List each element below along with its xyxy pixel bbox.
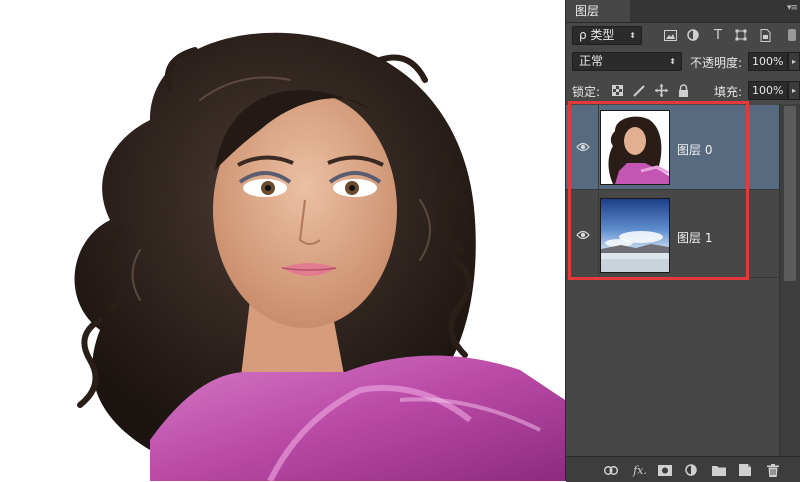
layers-panel: 图层 ▾≡ ρ 类型 ⬍ T 正常 ⬍ 不透明度: 100% ▸ 锁定: 填充:… <box>565 0 800 482</box>
dropdown-arrow-icon: ⬍ <box>629 31 636 40</box>
document-canvas[interactable] <box>0 0 565 481</box>
panel-menu-icon[interactable]: ▾≡ <box>787 3 798 13</box>
blend-mode-row: 正常 ⬍ 不透明度: 100% ▸ <box>566 51 800 73</box>
layer-thumbnail-landscape <box>600 198 670 273</box>
opacity-input[interactable]: 100% <box>748 52 788 71</box>
eye-icon <box>576 230 590 240</box>
lock-image-pixels-icon[interactable] <box>632 83 646 97</box>
adjustment-filter-icon[interactable] <box>686 28 700 42</box>
new-layer-icon[interactable] <box>738 463 752 477</box>
layer-row-0[interactable]: 图层 0 <box>566 105 779 190</box>
fill-slider-arrow-icon[interactable]: ▸ <box>788 81 800 100</box>
filter-type-dropdown[interactable]: ρ 类型 ⬍ <box>572 26 642 45</box>
shape-filter-icon[interactable] <box>734 28 748 42</box>
fill-label: 填充: <box>714 85 743 99</box>
lock-all-icon[interactable] <box>676 83 690 97</box>
lock-position-icon[interactable] <box>654 83 668 97</box>
visibility-toggle[interactable] <box>566 193 599 278</box>
image-filter-icon[interactable] <box>663 28 677 42</box>
lock-transparent-pixels-icon[interactable] <box>610 83 624 97</box>
layer-name[interactable]: 图层 1 <box>677 229 712 246</box>
adjustment-icon[interactable] <box>684 463 698 477</box>
trash-icon[interactable] <box>766 463 780 477</box>
text-filter-icon[interactable]: T <box>711 28 725 43</box>
opacity-slider-arrow-icon[interactable]: ▸ <box>788 52 800 71</box>
dropdown-arrow-icon: ⬍ <box>669 57 676 66</box>
layer-list-scrollbar[interactable] <box>779 104 800 456</box>
panel-tab-bar: 图层 ▾≡ <box>566 0 800 23</box>
layer-row-1[interactable]: 图层 1 <box>566 193 779 278</box>
scrollbar-thumb[interactable] <box>784 106 796 281</box>
lock-row: 锁定: 填充: 100% ▸ <box>566 81 800 100</box>
blend-mode-dropdown[interactable]: 正常 ⬍ <box>572 52 682 71</box>
layer-thumbnail-portrait <box>600 110 670 185</box>
fx-icon[interactable]: fx. <box>630 463 650 477</box>
canvas-image <box>0 0 565 481</box>
blend-mode-value: 正常 <box>579 54 604 68</box>
folder-icon[interactable] <box>712 463 726 477</box>
tab-layers[interactable]: 图层 <box>566 0 630 22</box>
filter-toggle-icon[interactable] <box>786 28 798 42</box>
layer-filter-row: ρ 类型 ⬍ T <box>566 24 800 46</box>
layer-list: 图层 0 图层 1 <box>566 104 800 456</box>
eye-icon <box>576 142 590 152</box>
visibility-toggle[interactable] <box>566 105 599 190</box>
link-icon[interactable] <box>604 463 618 477</box>
mask-icon[interactable] <box>658 463 672 477</box>
smart-object-filter-icon[interactable] <box>758 28 772 42</box>
filter-type-label: ρ 类型 <box>579 28 615 42</box>
lock-label: 锁定: <box>572 85 601 99</box>
layers-bottom-toolbar: fx. <box>566 456 800 482</box>
opacity-label: 不透明度: <box>690 56 743 70</box>
layer-name[interactable]: 图层 0 <box>677 141 712 158</box>
fill-input[interactable]: 100% <box>748 81 788 100</box>
